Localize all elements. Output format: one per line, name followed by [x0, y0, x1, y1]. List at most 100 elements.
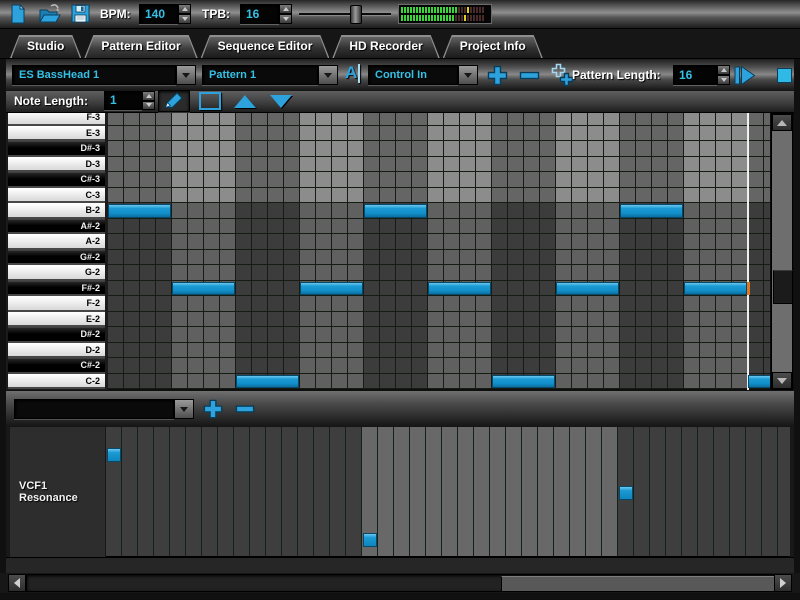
grid-cell[interactable] — [492, 219, 508, 235]
scroll-right-button[interactable] — [774, 574, 792, 592]
dropdown-arrow-icon[interactable] — [174, 399, 194, 419]
grid-cell[interactable] — [604, 188, 620, 204]
grid-cell[interactable] — [652, 157, 668, 173]
grid-cell[interactable] — [716, 113, 732, 126]
grid-cell[interactable] — [268, 172, 284, 188]
automation-column[interactable] — [634, 427, 650, 556]
grid-cell[interactable] — [556, 312, 572, 328]
grid-cell[interactable] — [220, 219, 236, 235]
grid-cell[interactable] — [652, 234, 668, 250]
grid-cell[interactable] — [604, 265, 620, 281]
grid-cell[interactable] — [636, 126, 652, 142]
grid-cell[interactable] — [140, 374, 156, 390]
grid-cell[interactable] — [108, 281, 124, 297]
grid-cell[interactable] — [252, 358, 268, 374]
grid-cell[interactable] — [636, 250, 652, 266]
grid-cell[interactable] — [188, 203, 204, 219]
automation-column[interactable] — [586, 427, 602, 556]
grid-cell[interactable] — [172, 312, 188, 328]
grid-cell[interactable] — [252, 234, 268, 250]
grid-cell[interactable] — [268, 203, 284, 219]
grid-cell[interactable] — [668, 265, 684, 281]
grid-cell[interactable] — [700, 219, 716, 235]
grid-cell[interactable] — [332, 188, 348, 204]
grid-cell[interactable] — [540, 141, 556, 157]
note-length-field[interactable]: 1 — [104, 91, 142, 110]
grid-cell[interactable] — [252, 113, 268, 126]
grid-cell[interactable] — [684, 234, 700, 250]
grid-cell[interactable] — [572, 265, 588, 281]
scroll-down-button[interactable] — [772, 372, 792, 389]
tab-project-info[interactable]: Project Info — [443, 35, 543, 58]
grid-cell[interactable] — [300, 343, 316, 359]
grid-cell[interactable] — [428, 172, 444, 188]
note-length-spin-down[interactable] — [142, 101, 155, 111]
grid-cell[interactable] — [444, 219, 460, 235]
grid-cell[interactable] — [732, 126, 748, 142]
grid-cell[interactable] — [364, 234, 380, 250]
grid-cell[interactable] — [172, 296, 188, 312]
grid-cell[interactable] — [284, 126, 300, 142]
automation-column[interactable] — [442, 427, 458, 556]
grid-cell[interactable] — [396, 126, 412, 142]
grid-cell[interactable] — [348, 113, 364, 126]
grid-cell[interactable] — [396, 113, 412, 126]
grid-cell[interactable] — [364, 265, 380, 281]
grid-cell[interactable] — [156, 343, 172, 359]
grid-cell[interactable] — [636, 172, 652, 188]
grid-cell[interactable] — [748, 113, 764, 126]
grid-cell[interactable] — [284, 250, 300, 266]
grid-cell[interactable] — [252, 312, 268, 328]
grid-cell[interactable] — [684, 358, 700, 374]
grid-cell[interactable] — [764, 265, 770, 281]
grid-cell[interactable] — [220, 296, 236, 312]
grid-cell[interactable] — [364, 219, 380, 235]
grid-cell[interactable] — [204, 157, 220, 173]
grid-cell[interactable] — [460, 219, 476, 235]
grid-cell[interactable] — [316, 203, 332, 219]
grid-cell[interactable] — [572, 343, 588, 359]
grid-cell[interactable] — [588, 188, 604, 204]
grid-cell[interactable] — [156, 188, 172, 204]
automation-column[interactable] — [410, 427, 426, 556]
grid-cell[interactable] — [620, 157, 636, 173]
grid-cell[interactable] — [396, 343, 412, 359]
grid-cell[interactable] — [364, 113, 380, 126]
open-file-icon[interactable] — [38, 3, 62, 25]
grid-cell[interactable] — [204, 343, 220, 359]
grid-cell[interactable] — [508, 296, 524, 312]
tab-pattern-editor[interactable]: Pattern Editor — [84, 35, 197, 58]
grid-cell[interactable] — [412, 374, 428, 390]
bpm-spin-down[interactable] — [178, 14, 191, 24]
grid-cell[interactable] — [172, 141, 188, 157]
automation-column[interactable] — [122, 427, 138, 556]
tab-studio[interactable]: Studio — [10, 35, 81, 58]
automation-column[interactable] — [746, 427, 762, 556]
pattern-length-spin-down[interactable] — [717, 75, 730, 85]
grid-cell[interactable] — [108, 343, 124, 359]
grid-cell[interactable] — [684, 219, 700, 235]
automation-column[interactable] — [714, 427, 730, 556]
grid-cell[interactable] — [700, 113, 716, 126]
automation-column[interactable] — [154, 427, 170, 556]
grid-cell[interactable] — [716, 265, 732, 281]
grid-cell[interactable] — [652, 374, 668, 390]
grid-cell[interactable] — [556, 296, 572, 312]
grid-cell[interactable] — [108, 113, 124, 126]
grid-cell[interactable] — [716, 296, 732, 312]
automation-column[interactable] — [778, 427, 790, 556]
grid-cell[interactable] — [428, 126, 444, 142]
grid-cell[interactable] — [476, 203, 492, 219]
grid-cell[interactable] — [524, 234, 540, 250]
grid-cell[interactable] — [108, 141, 124, 157]
grid-cell[interactable] — [604, 327, 620, 343]
grid-cell[interactable] — [348, 141, 364, 157]
grid-cell[interactable] — [412, 343, 428, 359]
grid-cell[interactable] — [316, 126, 332, 142]
grid-cell[interactable] — [364, 250, 380, 266]
grid-cell[interactable] — [524, 250, 540, 266]
grid-cell[interactable] — [204, 188, 220, 204]
grid-cell[interactable] — [396, 281, 412, 297]
grid-cell[interactable] — [524, 157, 540, 173]
grid-cell[interactable] — [748, 172, 764, 188]
